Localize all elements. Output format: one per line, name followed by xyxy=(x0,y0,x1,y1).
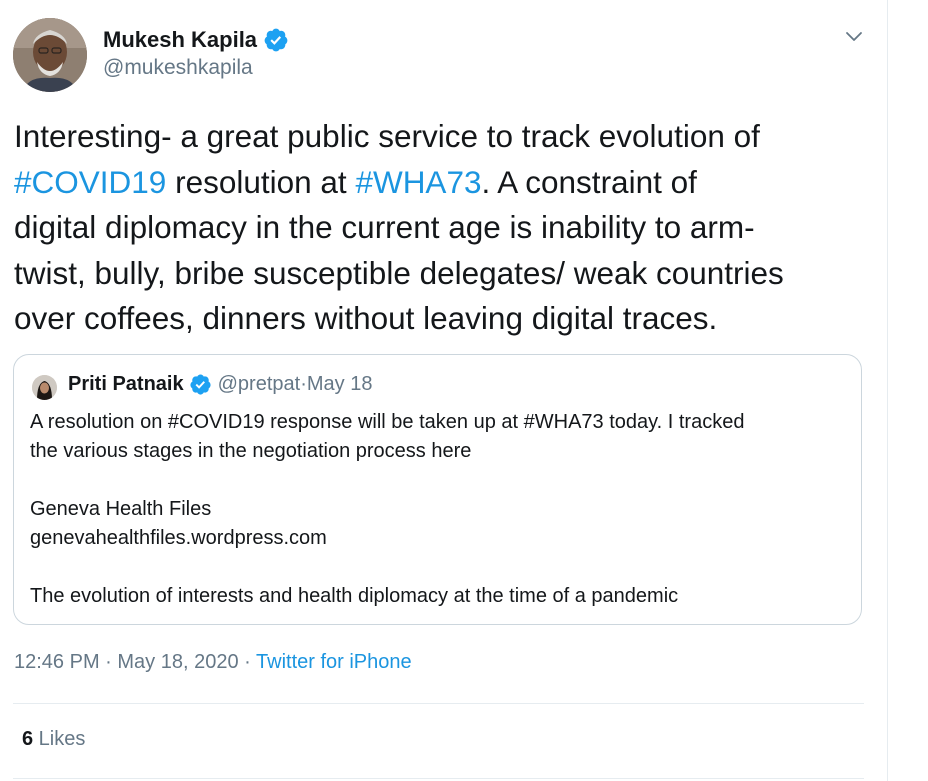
tweet-detail: Mukesh Kapila @mukeshkapila Interesting-… xyxy=(0,0,887,781)
divider xyxy=(13,703,864,704)
quoted-body-line: the various stages in the negotiation pr… xyxy=(30,440,472,462)
tweet-text-line: digital diplomacy in the current age is … xyxy=(14,205,874,251)
column-border xyxy=(887,0,888,781)
more-options-button[interactable] xyxy=(839,22,869,52)
quoted-body-line: The evolution of interests and health di… xyxy=(30,585,679,607)
tweet-source-link[interactable]: Twitter for iPhone xyxy=(256,651,412,673)
tweet-text: Interesting- a great public service to t… xyxy=(14,114,874,342)
meta-separator: · xyxy=(99,651,118,673)
tweet-text-segment: twist, bully, bribe susceptible delegate… xyxy=(14,254,784,291)
user-avatar-photo-icon xyxy=(32,375,57,400)
chevron-down-icon xyxy=(846,32,862,41)
quoted-body-line: genevahealthfiles.wordpress.com xyxy=(30,527,327,549)
quoted-body-line xyxy=(30,466,850,495)
quoted-body-line: Geneva Health Files xyxy=(30,498,212,520)
quoted-author-avatar[interactable] xyxy=(32,375,57,400)
author-avatar[interactable] xyxy=(13,18,87,92)
hashtag-link[interactable]: #COVID19 xyxy=(14,164,166,200)
author-name[interactable]: Mukesh Kapila xyxy=(103,27,289,53)
divider xyxy=(13,778,864,779)
meta-separator: · xyxy=(238,651,257,673)
quoted-tweet-body: A resolution on #COVID19 response will b… xyxy=(30,408,850,611)
tweet-text-segment: over coffees, dinners without leaving di… xyxy=(14,300,718,336)
tweet-text-line: twist, bully, bribe susceptible delegate… xyxy=(14,251,874,297)
verified-badge-icon xyxy=(264,28,288,52)
quoted-date[interactable]: May 18 xyxy=(307,373,373,396)
author-handle[interactable]: @mukeshkapila xyxy=(103,56,253,80)
quoted-tweet-header: Priti Patnaik @pretpat · May 18 xyxy=(68,373,372,396)
tweet-page: Mukesh Kapila @mukeshkapila Interesting-… xyxy=(0,0,928,781)
quoted-body-line: A resolution on #COVID19 response will b… xyxy=(30,411,745,433)
quoted-author-name[interactable]: Priti Patnaik xyxy=(68,373,184,396)
tweet-text-line: Interesting- a great public service to t… xyxy=(14,114,874,160)
tweet-time[interactable]: 12:46 PM xyxy=(14,651,100,673)
likes-link[interactable]: 6 Likes xyxy=(22,728,85,751)
quoted-body-line xyxy=(30,553,850,582)
likes-label: Likes xyxy=(33,728,86,750)
tweet-text-line: over coffees, dinners without leaving di… xyxy=(14,296,874,342)
tweet-text-segment: resolution at xyxy=(166,163,356,200)
hashtag-link[interactable]: #WHA73 xyxy=(355,164,481,200)
author-name-text[interactable]: Mukesh Kapila xyxy=(103,27,257,53)
tweet-text-segment: Interesting- a great public service to t… xyxy=(14,118,760,154)
quoted-author-handle[interactable]: @pretpat xyxy=(218,373,301,396)
tweet-text-segment: digital diplomacy in the current age is … xyxy=(14,209,755,245)
quoted-separator: · xyxy=(300,373,307,395)
tweet-date[interactable]: May 18, 2020 xyxy=(117,651,238,673)
user-avatar-photo-icon xyxy=(13,18,87,92)
verified-badge-icon xyxy=(190,374,211,395)
tweet-text-segment: . A constraint of xyxy=(481,163,697,200)
tweet-metadata: 12:46 PM · May 18, 2020 · Twitter for iP… xyxy=(14,651,412,674)
likes-count: 6 xyxy=(22,728,34,750)
quoted-tweet-card[interactable]: Priti Patnaik @pretpat · May 18 A resolu… xyxy=(13,354,862,625)
tweet-text-line: #COVID19 resolution at #WHA73. A constra… xyxy=(14,160,874,206)
